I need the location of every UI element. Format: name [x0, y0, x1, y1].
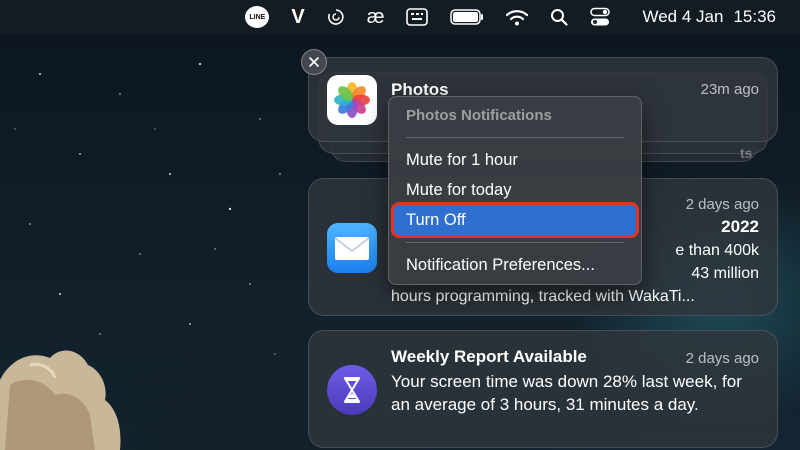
menu-separator	[406, 137, 624, 138]
control-center-icon[interactable]	[590, 0, 611, 34]
search-icon[interactable]	[550, 0, 569, 34]
menubar-time: 15:36	[733, 7, 776, 26]
menu-item-notification-preferences[interactable]: Notification Preferences...	[394, 250, 636, 280]
wifi-icon[interactable]	[506, 0, 529, 34]
keyboard-icon[interactable]	[406, 0, 429, 34]
photos-app-icon	[327, 75, 377, 125]
photos-notifications-menu: Photos Notifications Mute for 1 hour Mut…	[388, 96, 642, 285]
menu-separator	[406, 242, 624, 243]
stacked-notification-fragment: ts	[740, 145, 753, 161]
close-icon	[309, 57, 319, 67]
battery-icon[interactable]	[450, 0, 484, 34]
menu-item-mute-1-hour[interactable]: Mute for 1 hour	[394, 145, 636, 175]
mail-app-icon	[327, 223, 377, 273]
menu-item-turn-off[interactable]: Turn Off	[391, 202, 639, 238]
menu-bar: LINE V æ Wed 4 Jan 15:36	[0, 0, 800, 34]
line-icon[interactable]: LINE	[245, 0, 270, 34]
menu-item-mute-today[interactable]: Mute for today	[394, 175, 636, 205]
ae-icon[interactable]: æ	[367, 0, 385, 34]
rock-formation	[0, 350, 121, 450]
screen-time-body: Your screen time was down 28% last week,…	[391, 372, 742, 414]
sync-icon[interactable]	[327, 0, 345, 34]
menu-header: Photos Notifications	[406, 107, 552, 124]
v-icon[interactable]: V	[291, 0, 304, 34]
screen-time-title: Weekly Report Available	[391, 347, 587, 366]
menubar-date: Wed 4 Jan	[642, 7, 724, 26]
mail-body-line: hours programming, tracked with WakaTi..…	[391, 288, 695, 305]
screen-time-app-icon	[327, 365, 377, 415]
close-notification-button[interactable]	[301, 49, 327, 75]
screen-time-notification-time: 2 days ago	[685, 350, 759, 367]
photos-notification-time: 23m ago	[700, 81, 759, 98]
mail-notification-time: 2 days ago	[685, 196, 759, 213]
clock[interactable]: Wed 4 Jan 15:36	[632, 0, 776, 34]
screen-time-notification[interactable]: Weekly Report Available 2 days ago Your …	[308, 330, 778, 448]
